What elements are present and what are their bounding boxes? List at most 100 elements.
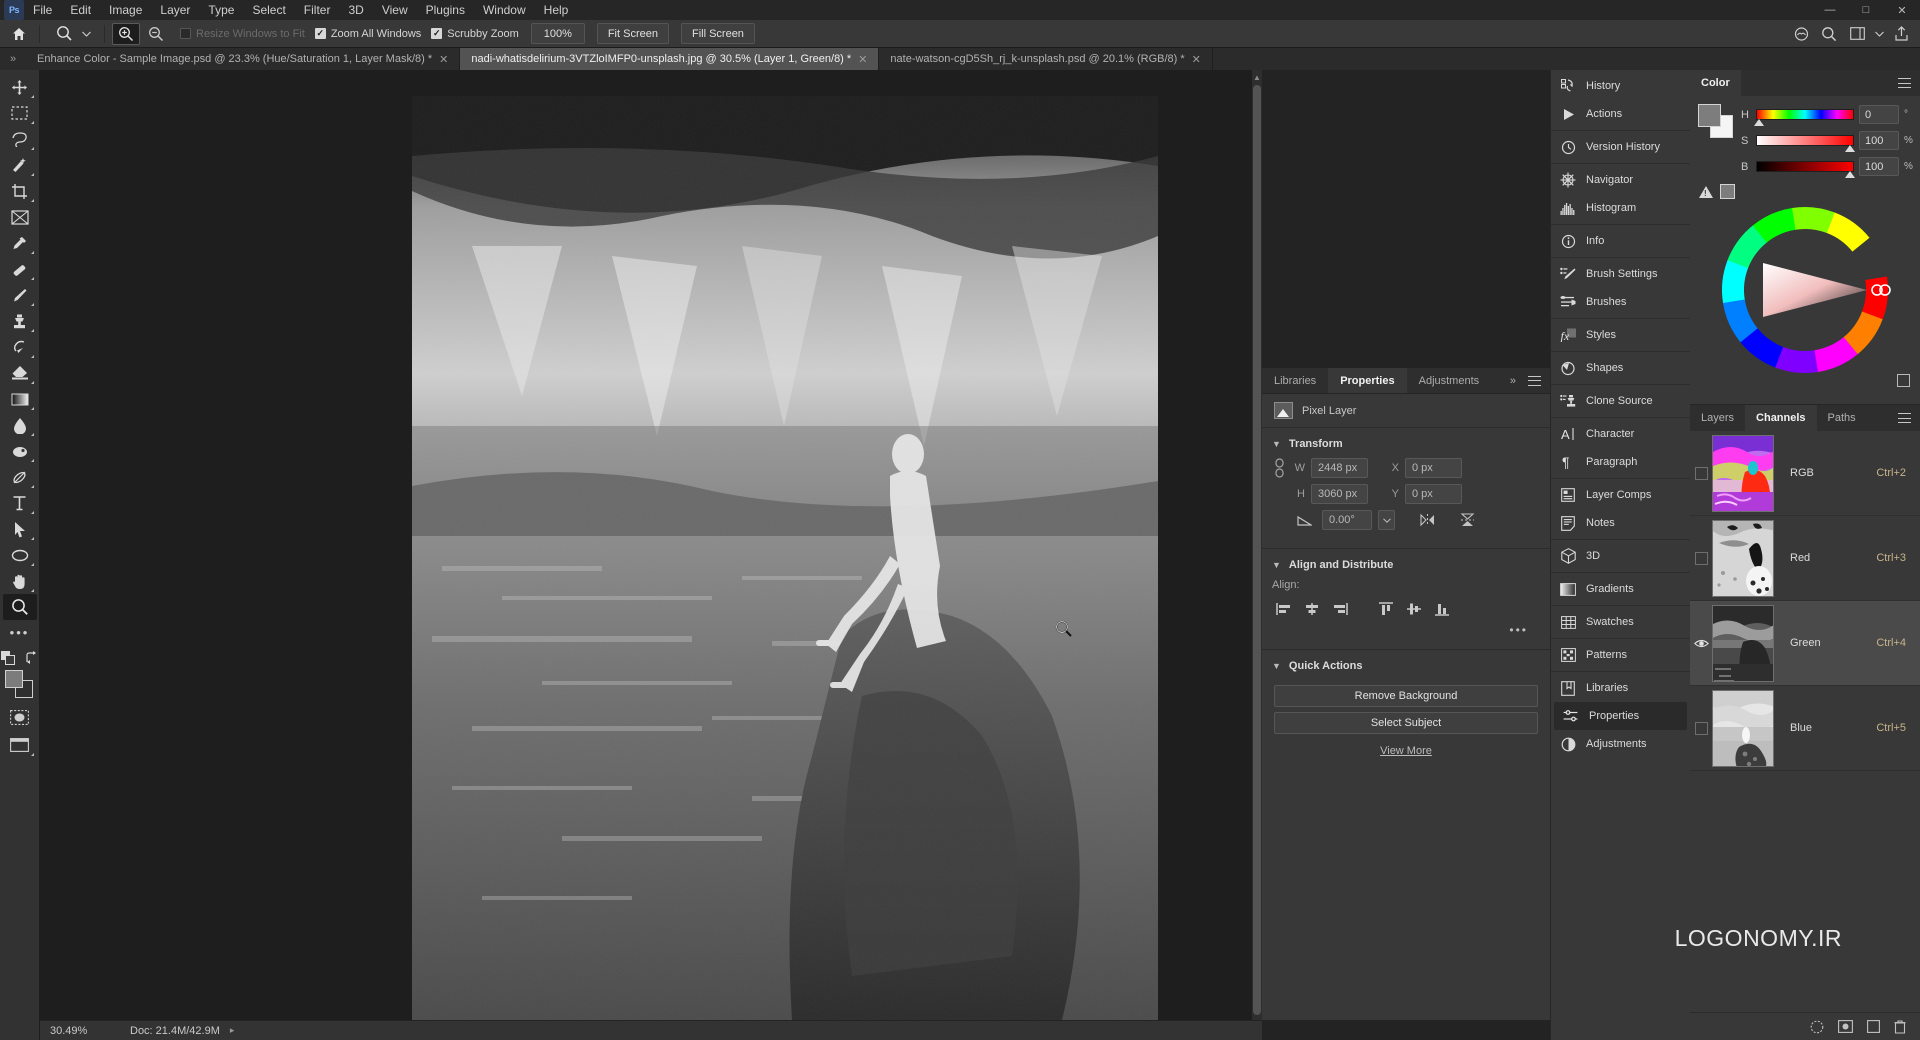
gamut-warning-icon[interactable] [1699,185,1713,198]
view-more-link[interactable]: View More [1262,734,1550,757]
double-chevron-right-icon[interactable]: » [0,48,26,70]
close-icon[interactable]: ✕ [1884,0,1920,20]
dock-item-brushes[interactable]: Brushes [1551,288,1690,316]
tab-libraries[interactable]: Libraries [1262,368,1329,393]
vertical-scrollbar[interactable] [1252,84,1262,1020]
ellipse-tool[interactable] [3,542,37,568]
remove-background-button[interactable]: Remove Background [1274,685,1538,707]
align-center-vertical-icon[interactable] [1402,599,1426,619]
width-input[interactable]: 2448 px [1311,458,1368,478]
zoom-tool-icon[interactable] [51,23,77,45]
dock-item-version-history[interactable]: Version History [1551,133,1690,161]
hue-slider-knob[interactable] [1754,119,1764,126]
tab-properties[interactable]: Properties [1328,368,1407,393]
zoom-100-button[interactable]: 100% [530,23,585,44]
menu-type[interactable]: Type [199,1,243,19]
search-icon[interactable] [1816,23,1842,45]
color-wheel-icon[interactable] [1719,205,1891,375]
lasso-tool[interactable] [3,126,37,152]
tab-adjustments[interactable]: Adjustments [1406,368,1492,393]
saturation-slider-knob[interactable] [1845,145,1855,152]
photoshop-logo-icon[interactable]: Ps [4,0,24,20]
double-chevron-right-icon[interactable]: » [1504,368,1522,393]
fill-screen-button[interactable]: Fill Screen [680,23,755,44]
foreground-color-swatch[interactable] [1698,104,1721,127]
foreground-background-colors[interactable] [4,670,35,698]
screen-mode-icon[interactable] [3,732,37,758]
eraser-tool[interactable] [3,360,37,386]
zoom-all-windows-checkbox[interactable]: Zoom All Windows [314,28,421,40]
quick-mask-icon[interactable] [3,704,37,730]
current-tool-group[interactable] [47,23,97,45]
saturation-slider-track[interactable] [1756,135,1855,152]
tab-layers[interactable]: Layers [1690,405,1746,431]
edit-toolbar-icon[interactable]: ••• [3,620,37,646]
default-colors-icon[interactable] [0,648,17,668]
align-right-icon[interactable] [1328,599,1352,619]
dock-item-gradients[interactable]: Gradients [1551,575,1690,603]
hue-value-input[interactable]: 0 [1859,105,1899,124]
zoom-in-icon[interactable] [112,22,140,45]
close-icon[interactable]: ✕ [439,53,448,66]
dock-item-styles[interactable]: fx Styles [1551,321,1690,349]
dock-item-history[interactable]: History [1551,72,1690,100]
pen-tool[interactable] [3,464,37,490]
minimize-icon[interactable]: — [1812,0,1848,20]
menu-edit[interactable]: Edit [61,1,100,19]
brightness-slider-knob[interactable] [1845,171,1855,178]
path-selection-tool[interactable] [3,516,37,542]
chevron-right-icon[interactable]: ▸ [220,1025,235,1036]
channel-row-green[interactable]: Green Ctrl+4 [1690,601,1920,686]
dock-item-3d[interactable]: 3D [1551,542,1690,570]
move-tool[interactable] [3,74,37,100]
menu-3d[interactable]: 3D [339,1,372,19]
tab-color[interactable]: Color [1690,70,1741,96]
hue-slider-track[interactable] [1754,109,1854,126]
home-icon[interactable] [6,23,32,45]
dock-item-character[interactable]: A Character [1551,420,1690,448]
brush-tool[interactable] [3,282,37,308]
zoom-level-field[interactable]: 30.49% [40,1025,124,1037]
dock-item-libraries[interactable]: Libraries [1551,674,1690,702]
dock-item-brush-settings[interactable]: Brush Settings [1551,260,1690,288]
select-subject-button[interactable]: Select Subject [1274,712,1538,734]
chevron-down-icon[interactable]: ▼ [1272,560,1281,570]
chevron-down-icon[interactable] [1872,23,1886,45]
dock-item-paragraph[interactable]: ¶ Paragraph [1551,448,1690,476]
transform-section-header[interactable]: ▼ Transform [1262,436,1550,458]
menu-help[interactable]: Help [535,1,578,19]
tab-paths[interactable]: Paths [1816,405,1867,431]
x-input[interactable]: 0 px [1405,458,1462,478]
menu-view[interactable]: View [373,1,417,19]
menu-select[interactable]: Select [243,1,294,19]
document-tab-0[interactable]: Enhance Color - Sample Image.psd @ 23.3%… [26,48,461,70]
flip-vertical-icon[interactable] [1455,510,1479,530]
channel-row-blue[interactable]: Blue Ctrl+5 [1690,686,1920,771]
dock-item-shapes[interactable]: Shapes [1551,354,1690,382]
menu-image[interactable]: Image [100,1,151,19]
gradient-tool[interactable] [3,386,37,412]
align-top-icon[interactable] [1374,599,1398,619]
align-left-icon[interactable] [1272,599,1296,619]
menu-file[interactable]: File [24,1,61,19]
blur-tool[interactable] [3,412,37,438]
save-selection-as-channel-icon[interactable] [1838,1020,1853,1033]
hand-tool[interactable] [3,568,37,594]
link-chain-icon[interactable] [1272,458,1286,478]
swap-colors-icon[interactable] [23,648,41,668]
panel-menu-icon[interactable] [1522,368,1550,393]
color-swatches[interactable] [1698,104,1734,138]
chevron-down-icon[interactable]: ▼ [1272,661,1281,671]
cloud-documents-icon[interactable] [1788,23,1814,45]
share-icon[interactable] [1888,23,1914,45]
channel-row-rgb[interactable]: RGB Ctrl+2 [1690,431,1920,516]
color-grid-icon[interactable] [1897,374,1910,387]
menu-plugins[interactable]: Plugins [417,1,474,19]
crop-tool[interactable] [3,178,37,204]
align-bottom-icon[interactable] [1430,599,1454,619]
channel-row-red[interactable]: Red Ctrl+3 [1690,516,1920,601]
chevron-down-icon[interactable]: ▼ [1272,439,1281,449]
spot-healing-brush-tool[interactable] [3,256,37,282]
align-section-header[interactable]: ▼ Align and Distribute [1262,557,1550,579]
zoom-tool[interactable] [2,594,37,620]
